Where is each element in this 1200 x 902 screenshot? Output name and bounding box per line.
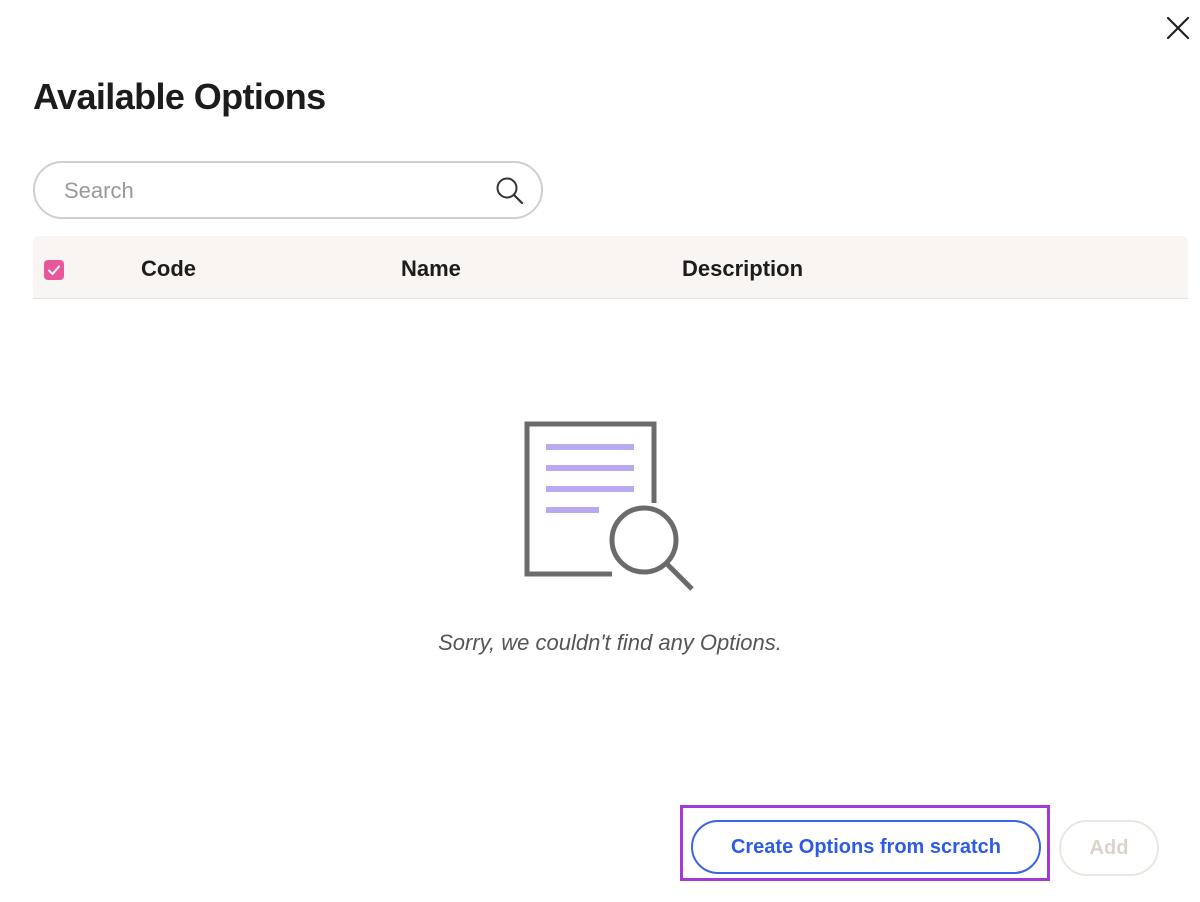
column-header-name[interactable]: Name [401,256,461,282]
search-input[interactable] [62,163,486,219]
search-icon[interactable] [495,176,525,206]
checkmark-icon [48,265,60,275]
add-button[interactable]: Add [1059,820,1159,876]
empty-state-message: Sorry, we couldn't find any Options. [438,630,782,655]
close-icon[interactable] [1162,12,1194,44]
dialog-title: Available Options [33,76,326,117]
document-search-icon [524,421,694,591]
close-button[interactable] [1162,12,1194,44]
column-header-description[interactable]: Description [682,256,803,282]
table-header: Code Name Description [33,236,1188,299]
column-header-code[interactable]: Code [141,256,196,282]
search-box[interactable] [33,161,543,219]
create-options-button[interactable]: Create Options from scratch [691,820,1041,874]
select-all-checkbox[interactable] [44,260,64,280]
